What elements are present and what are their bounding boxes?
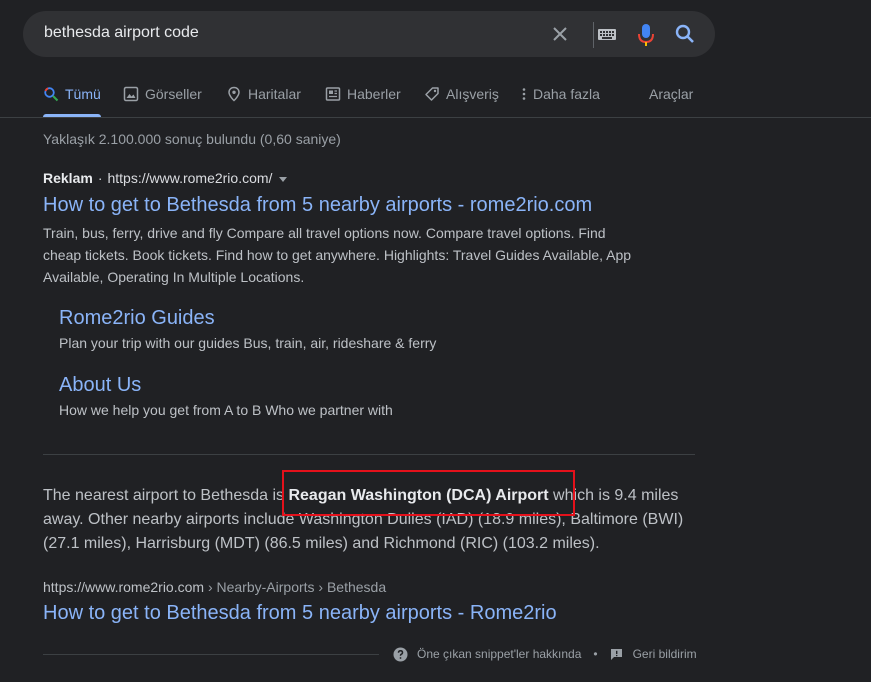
tab-maps[interactable]: Haritalar <box>226 84 301 118</box>
result-breadcrumb: https://www.rome2rio.com › Nearby-Airpor… <box>43 579 386 595</box>
help-icon <box>393 647 408 661</box>
ad-menu-caret-icon[interactable] <box>279 176 288 182</box>
tools-button[interactable]: Araçlar <box>649 84 693 104</box>
snippet-pre: The nearest airport to Bethesda is <box>43 487 289 504</box>
keyboard-icon[interactable] <box>597 26 617 42</box>
sitelink-about-us-desc: How we help you get from A to B Who we p… <box>59 402 393 418</box>
tab-news[interactable]: Haberler <box>325 84 401 118</box>
more-vert-icon <box>522 88 526 100</box>
tab-all[interactable]: Tümü <box>43 84 101 118</box>
about-snippets-link[interactable]: Öne çıkan snippet'ler hakkında <box>417 647 581 661</box>
footer-bullet: • <box>593 647 598 661</box>
search-input[interactable]: bethesda airport code <box>44 24 199 42</box>
ad-separator: · <box>97 170 103 186</box>
snippet-footer: Öne çıkan snippet'ler hakkında • Geri bi… <box>393 645 697 663</box>
ad-badge: Reklam <box>43 170 93 186</box>
news-icon <box>325 87 341 101</box>
ad-url-line: Reklam · https://www.rome2rio.com/ <box>43 170 288 186</box>
tabs-divider <box>0 117 871 118</box>
ad-title-link[interactable]: How to get to Bethesda from 5 nearby air… <box>43 194 592 217</box>
feedback-link[interactable]: Geri bildirim <box>633 647 697 661</box>
tab-shopping[interactable]: Alışveriş <box>424 84 499 118</box>
result-domain: https://www.rome2rio.com <box>43 579 205 595</box>
tab-label: Alışveriş <box>446 86 499 102</box>
highlight-box <box>282 470 575 516</box>
footer-divider <box>43 654 379 655</box>
result-title-link[interactable]: How to get to Bethesda from 5 nearby air… <box>43 602 557 625</box>
tab-label: Haritalar <box>248 86 301 102</box>
search-icon <box>44 87 59 102</box>
image-icon <box>123 86 139 102</box>
feedback-icon <box>610 648 622 660</box>
microphone-icon[interactable] <box>636 22 656 48</box>
tab-label: Daha fazla <box>533 86 600 102</box>
result-path: › Nearby-Airports › Bethesda <box>204 579 387 595</box>
tag-icon <box>425 87 439 101</box>
result-stats: Yaklaşık 2.100.000 sonuç bulundu (0,60 s… <box>43 131 341 147</box>
section-divider <box>43 454 695 455</box>
tab-label: Tümü <box>65 86 101 102</box>
map-pin-icon <box>228 86 240 102</box>
tab-more[interactable]: Daha fazla <box>520 84 600 118</box>
tab-label: Görseller <box>145 86 202 102</box>
sitelink-guides-desc: Plan your trip with our guides Bus, trai… <box>59 335 437 351</box>
sitelink-about-us[interactable]: About Us <box>59 374 141 397</box>
tab-images[interactable]: Görseller <box>123 84 202 118</box>
tab-label: Haberler <box>347 86 401 102</box>
sitelink-guides[interactable]: Rome2rio Guides <box>59 307 215 330</box>
search-icon[interactable] <box>674 23 696 45</box>
search-bar: bethesda airport code <box>23 11 715 57</box>
clear-icon[interactable] <box>550 24 570 44</box>
search-bar-divider <box>593 22 594 48</box>
ad-url[interactable]: https://www.rome2rio.com/ <box>107 170 272 186</box>
ad-description: Train, bus, ferry, drive and fly Compare… <box>43 225 632 285</box>
